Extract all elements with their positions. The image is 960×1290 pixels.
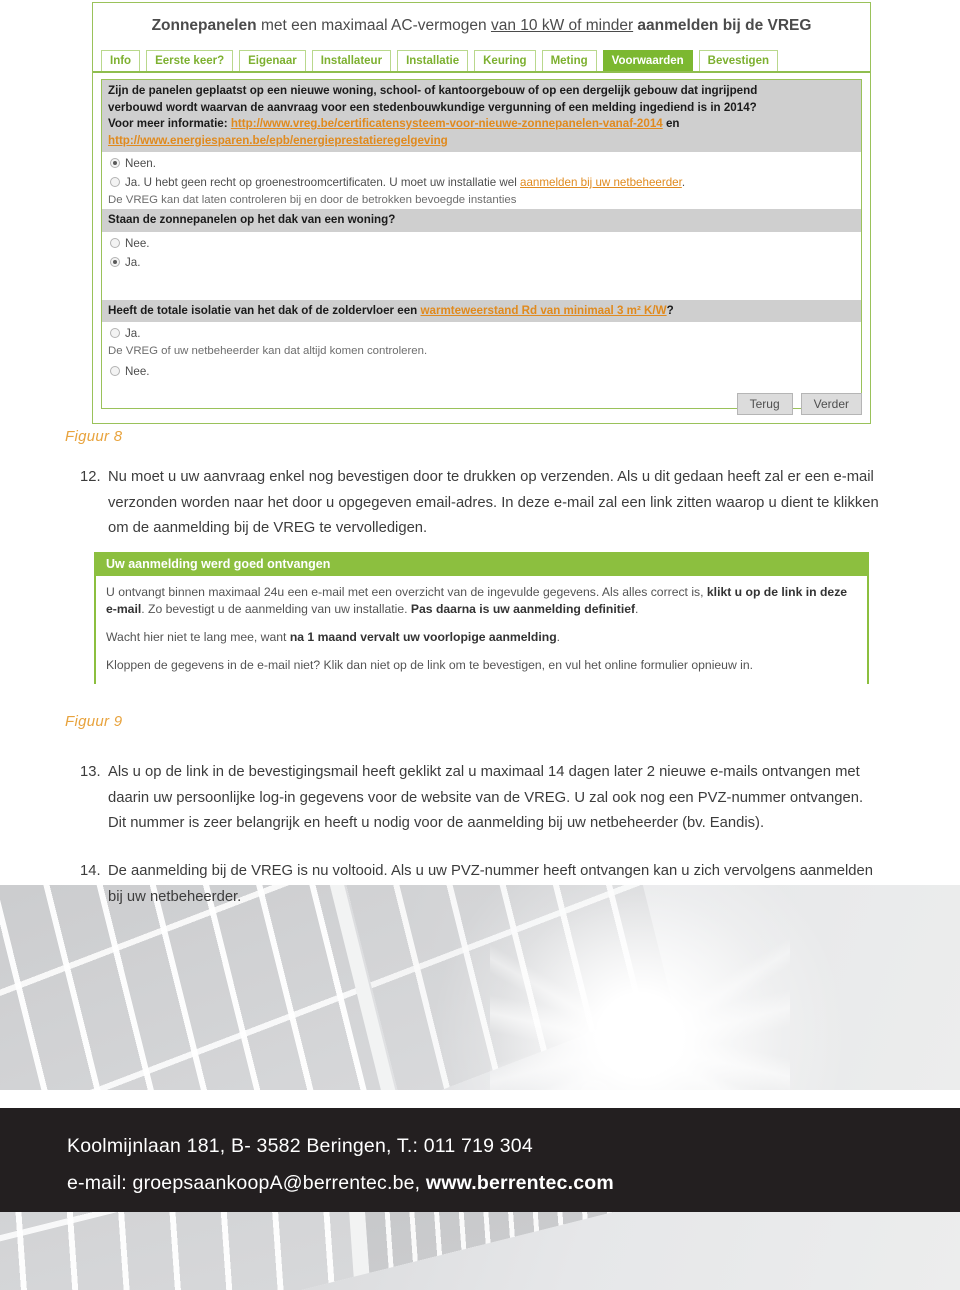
step-12-number: 12.	[80, 469, 101, 485]
radio-button-icon[interactable]	[110, 256, 120, 267]
step-14-block: 14. De aanmelding bij de VREG is nu volt…	[80, 859, 880, 910]
solar-panel-photo-lower	[0, 1212, 960, 1290]
footer-website[interactable]: www.berrentec.com	[426, 1172, 614, 1194]
tab-eerste-keer[interactable]: Eerste keer?	[146, 50, 234, 71]
title-bold-lead: Zonnepanelen	[151, 17, 257, 34]
title-bold-tail: aanmelden bij de VREG	[633, 17, 812, 34]
q3-text-post: ?	[666, 303, 674, 317]
tab-keuring[interactable]: Keuring	[474, 50, 536, 71]
confirmation-header: Uw aanmelding werd goed ontvangen	[96, 552, 867, 576]
q2-option-ja[interactable]: Ja.	[102, 251, 861, 270]
tab-voorwaarden[interactable]: Voorwaarden	[602, 50, 693, 71]
conf-p2-a: Wacht hier niet te lang mee, want	[106, 630, 290, 644]
form-content-panel: Zijn de panelen geplaatst op een nieuwe …	[101, 79, 862, 409]
question-1-line-1: Zijn de panelen geplaatst op een nieuwe …	[108, 84, 758, 97]
tab-installatie[interactable]: Installatie	[397, 50, 469, 71]
radio-button-icon[interactable]	[110, 366, 120, 376]
confirmation-paragraph-1: U ontvangt binnen maximaal 24u een e-mai…	[106, 584, 857, 618]
q2-option-ja-label: Ja.	[125, 255, 141, 269]
q1-option-neen[interactable]: Neen.	[102, 152, 861, 171]
lens-flare-ball-1	[622, 1035, 670, 1083]
q3-option-nee-label: Nee.	[125, 365, 150, 378]
confirmation-paragraph-2: Wacht hier niet te lang mee, want na 1 m…	[106, 629, 857, 646]
step-12-block: 12. Nu moet u uw aanvraag enkel nog beve…	[80, 465, 880, 542]
vreg-certificaten-link[interactable]: http://www.vreg.be/certificatensysteem-v…	[231, 117, 663, 130]
radio-button-icon[interactable]	[110, 177, 120, 187]
tab-installateur[interactable]: Installateur	[311, 50, 392, 71]
list-item: 14. De aanmelding bij de VREG is nu volt…	[80, 859, 880, 910]
q1-ja-text-end: .	[681, 176, 686, 189]
figure-8-screenshot: Zonnepanelen met een maximaal AC-vermoge…	[92, 2, 871, 424]
list-item: 13. Als u op de link in de bevestigingsm…	[80, 760, 880, 837]
radio-button-icon[interactable]	[110, 158, 120, 168]
tab-info[interactable]: Info	[101, 50, 141, 71]
q1-option-ja[interactable]: Ja. U hebt geen recht op groenestroomcer…	[102, 171, 861, 190]
solar-panel-photo-upper	[0, 885, 960, 1090]
question-1-info-line: Voor meer informatie: http://www.vreg.be…	[108, 116, 855, 133]
figure-8-caption: Figuur 8	[65, 428, 123, 445]
q3-text-pre: Heeft de totale isolatie van het dak of …	[108, 303, 421, 317]
verder-button[interactable]: Verder	[800, 393, 862, 415]
question-1-info-line-2: http://www.energiesparen.be/epb/energiep…	[108, 133, 855, 150]
q3-control-note: De VREG of uw netbeheerder kan dat altij…	[108, 345, 428, 357]
q3-option-ja[interactable]: Ja.	[102, 322, 861, 341]
info-label: Voor meer informatie:	[108, 117, 231, 130]
figure-9-caption: Figuur 9	[65, 713, 123, 730]
radio-button-icon[interactable]	[110, 328, 120, 338]
conf-p1-bold-2: Pas daarna is uw aanmelding definitief	[410, 602, 636, 616]
tab-eigenaar[interactable]: Eigenaar	[239, 50, 306, 71]
title-underlined-part: van 10 kW of minder	[490, 17, 634, 34]
footer-email-text: e-mail: groepsaankoopA@berrentec.be,	[67, 1172, 426, 1194]
q1-ja-text: Ja. U hebt geen recht op groenestroomcer…	[125, 176, 521, 189]
tab-bevestigen[interactable]: Bevestigen	[698, 50, 778, 71]
conf-p1-c: . Zo bevestigt u de aanmelding van uw in…	[141, 602, 411, 616]
q2-option-nee[interactable]: Nee.	[102, 232, 861, 251]
step-13-block: 13. Als u op de link in de bevestigingsm…	[80, 760, 880, 837]
title-middle: met een maximaal AC-vermogen	[256, 17, 491, 34]
confirmation-paragraph-3: Kloppen de gegevens in de e-mail niet? K…	[106, 658, 754, 672]
conf-p2-c: .	[556, 630, 561, 644]
step-13-number: 13.	[80, 764, 101, 780]
question-2-band: Staan de zonnepanelen op het dak van een…	[102, 209, 861, 232]
conf-p1-a: U ontvangt binnen maximaal 24u een e-mai…	[106, 585, 707, 599]
q2-option-nee-label: Nee.	[125, 236, 150, 250]
form-navigation-footer: Terug Verder	[101, 391, 862, 417]
warmteweerstand-link[interactable]: warmteweerstand Rd van minimaal 3 m² K/W	[420, 304, 666, 317]
question-1-line-2: verbouwd wordt waarvan de aanvraag voor …	[108, 100, 757, 114]
form-tab-bar[interactable]: Info Eerste keer? Eigenaar Installateur …	[93, 47, 870, 73]
vreg-control-note: De VREG kan dat laten controleren bij en…	[108, 194, 517, 206]
step-12-text: Nu moet u uw aanvraag enkel nog bevestig…	[108, 469, 879, 536]
confirmation-body: U ontvangt binnen maximaal 24u een e-mai…	[96, 576, 867, 674]
q1-option-neen-label: Neen.	[125, 157, 156, 170]
step-14-number: 14.	[80, 863, 101, 879]
conf-p2-bold: na 1 maand vervalt uw voorlopige aanmeld…	[289, 630, 557, 644]
vreg-form-title: Zonnepanelen met een maximaal AC-vermoge…	[93, 3, 870, 47]
conf-p1-e: .	[635, 602, 639, 616]
footer-email-line: e-mail: groepsaankoopA@berrentec.be, www…	[67, 1158, 960, 1195]
energiesparen-link[interactable]: http://www.energiesparen.be/epb/energiep…	[108, 134, 448, 147]
question-1-band: Zijn de panelen geplaatst op een nieuwe …	[102, 80, 861, 152]
solar-panel-lower-left	[0, 1212, 354, 1290]
contact-footer: Koolmijnlaan 181, B- 3582 Beringen, T.: …	[0, 1108, 960, 1212]
link-separator: en	[662, 117, 680, 130]
radio-button-icon[interactable]	[110, 237, 120, 248]
step-14-text: De aanmelding bij de VREG is nu voltooid…	[108, 863, 873, 905]
tab-meting[interactable]: Meting	[541, 50, 597, 71]
netbeheerder-link[interactable]: aanmelden bij uw netbeheerder	[520, 176, 682, 189]
footer-address-line: Koolmijnlaan 181, B- 3582 Beringen, T.: …	[67, 1135, 533, 1157]
list-item: 12. Nu moet u uw aanvraag enkel nog beve…	[80, 465, 880, 542]
question-3-band: Heeft de totale isolatie van het dak of …	[102, 299, 861, 322]
step-13-text: Als u op de link in de bevestigingsmail …	[108, 764, 864, 831]
figure-9-screenshot: Uw aanmelding werd goed ontvangen U ontv…	[94, 552, 869, 684]
q3-option-nee[interactable]: Nee.	[102, 360, 861, 379]
terug-button[interactable]: Terug	[736, 393, 793, 415]
solar-panel-left	[0, 885, 387, 1090]
q1-option-ja-label: Ja. U hebt geen recht op groenestroomcer…	[125, 175, 685, 190]
q3-option-ja-label: Ja.	[125, 327, 141, 340]
